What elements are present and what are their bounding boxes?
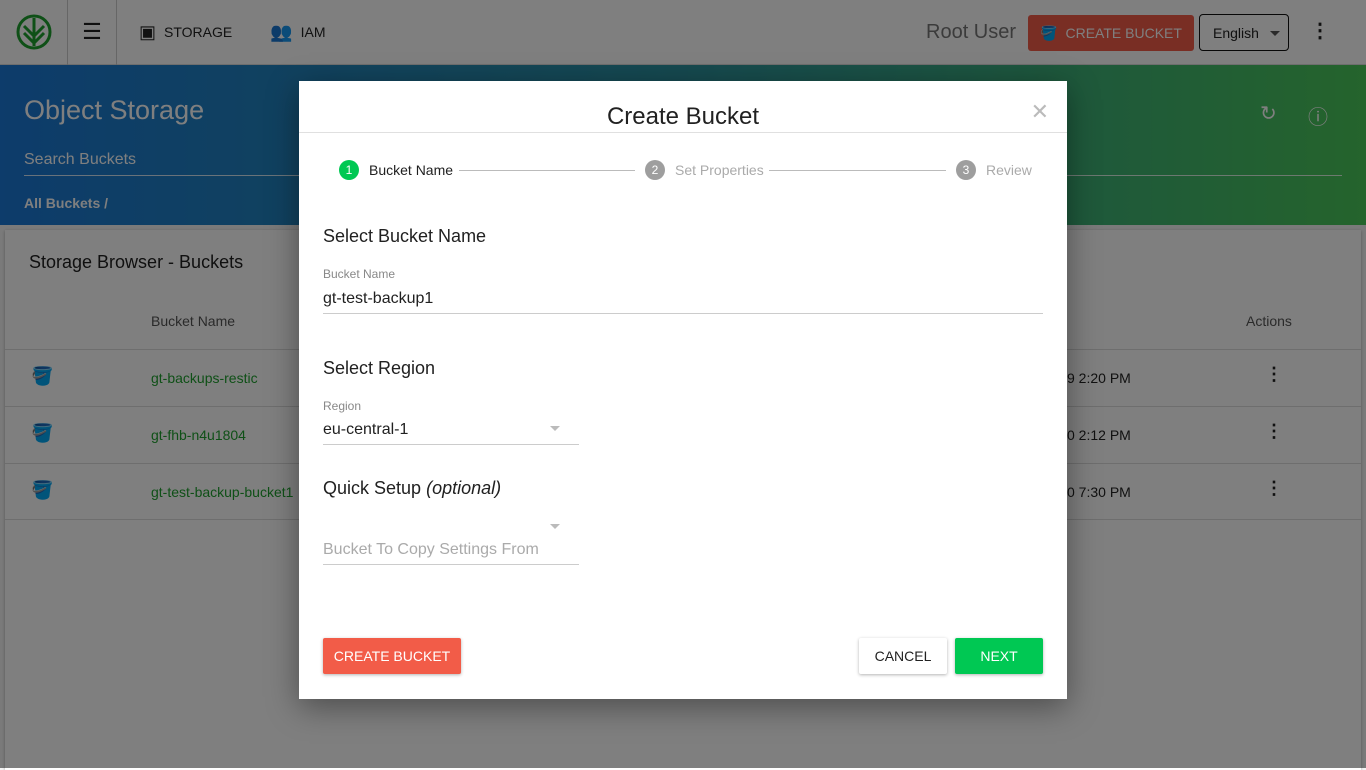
dialog-title: Create Bucket <box>606 103 760 130</box>
close-icon[interactable]: ✕ <box>1031 99 1049 125</box>
step-connector <box>769 170 946 171</box>
section-title: Select Bucket Name <box>323 226 487 246</box>
next-button[interactable]: NEXT <box>955 638 1043 674</box>
section-title: Select Region <box>323 358 436 378</box>
cancel-button[interactable]: CANCEL <box>859 638 947 674</box>
create-bucket-dialog: Create Bucket ✕ 1 Bucket Name 2 Set Proper… <box>299 81 1067 699</box>
copy-settings-select[interactable]: Bucket To Copy Settings From <box>323 541 579 565</box>
create-bucket-button[interactable]: CREATE BUCKET <box>323 638 461 674</box>
region-label: Region <box>323 399 362 413</box>
step-connector <box>459 170 635 171</box>
step-review: 3 Review <box>956 160 1032 180</box>
step-bucket-name: 1 Bucket Name <box>339 160 453 180</box>
bucket-name-input[interactable]: gt-test-backup1 <box>323 290 1043 314</box>
step-set-properties: 2 Set Properties <box>645 160 764 180</box>
chevron-down-icon <box>550 524 560 529</box>
bucket-name-label: Bucket Name <box>323 267 396 281</box>
chevron-down-icon <box>550 426 560 431</box>
divider <box>299 132 1067 133</box>
region-select[interactable]: eu-central-1 <box>323 421 579 445</box>
section-title: Quick Setup (optional) <box>323 478 502 498</box>
